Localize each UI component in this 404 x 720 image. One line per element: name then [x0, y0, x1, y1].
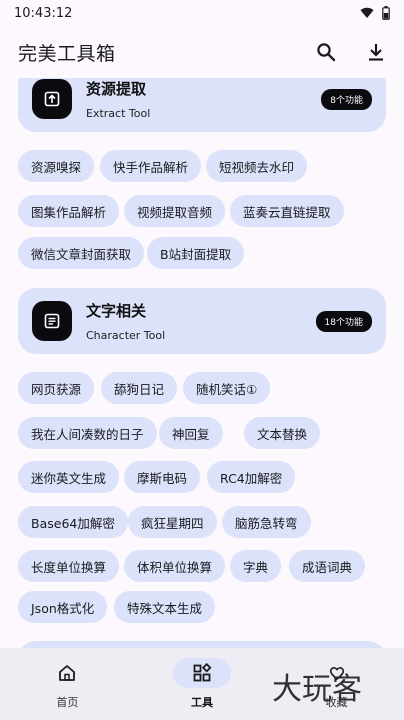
tool-chip[interactable]: 成语词典: [289, 550, 366, 582]
tool-chip[interactable]: RC4加解密: [207, 461, 296, 493]
card-icon: [32, 301, 72, 341]
watermark-logo: 大玩客: [272, 672, 362, 707]
tool-chip[interactable]: 摩斯电码: [124, 461, 201, 493]
nav-home[interactable]: 首页: [0, 648, 135, 720]
tool-chip[interactable]: 快手作品解析: [100, 150, 202, 182]
nav-label: 首页: [56, 696, 79, 709]
section-title: 资源提取: [86, 80, 147, 98]
tool-chip[interactable]: 神回复: [159, 417, 223, 449]
tool-chip[interactable]: Base64加解密: [18, 506, 128, 538]
document-icon: [44, 313, 60, 329]
app-bar: 完美工具箱: [0, 26, 404, 78]
status-bar: 10:43:12: [0, 0, 404, 26]
tool-chip[interactable]: 视频提取音频: [124, 195, 226, 227]
tool-chip[interactable]: 体积单位换算: [124, 550, 226, 582]
card-icon: [32, 79, 72, 119]
tool-chip[interactable]: 脑筋急转弯: [222, 506, 311, 538]
download-button[interactable]: [364, 40, 388, 64]
tool-chip[interactable]: 短视频去水印: [206, 150, 308, 182]
tool-chip[interactable]: 蓝奏云直链提取: [230, 195, 344, 227]
section-title: 文字相关: [86, 302, 147, 320]
tool-chip[interactable]: Json格式化: [18, 591, 108, 623]
section-card-next[interactable]: [18, 641, 386, 648]
feature-count-badge: 8个功能: [321, 88, 372, 110]
search-button[interactable]: [314, 40, 338, 64]
section-card-character[interactable]: 文字相关 Character Tool 18个功能: [18, 288, 386, 354]
feature-count-badge: 18个功能: [315, 310, 372, 332]
section-subtitle: Extract Tool: [86, 107, 151, 120]
tool-chip[interactable]: 字典: [230, 550, 282, 582]
tool-chip[interactable]: 文本替换: [244, 417, 321, 449]
tool-chip[interactable]: 迷你英文生成: [18, 461, 120, 493]
tool-chip[interactable]: 随机笑话①: [183, 372, 271, 404]
download-icon: [369, 44, 383, 61]
tool-chip[interactable]: 图集作品解析: [18, 195, 120, 227]
tool-chip[interactable]: 我在人间凑数的日子: [18, 417, 157, 449]
status-time: 10:43:12: [14, 5, 73, 21]
search-icon: [317, 43, 336, 62]
tools-list[interactable]: 资源提取 Extract Tool 8个功能 资源嗅探 快手作品解析 短视频去水…: [0, 78, 404, 648]
app-title: 完美工具箱: [18, 42, 116, 65]
extract-icon: [44, 91, 60, 107]
tool-chip[interactable]: 长度单位换算: [18, 550, 120, 582]
tool-chip[interactable]: 网页获源: [18, 372, 95, 404]
tool-chip[interactable]: 资源嗅探: [18, 150, 95, 182]
status-icons: [360, 6, 390, 20]
nav-label: 工具: [191, 696, 213, 709]
tool-chip[interactable]: 舔狗日记: [101, 372, 178, 404]
nav-tools[interactable]: 工具: [135, 648, 270, 720]
wifi-icon: [360, 7, 374, 19]
tool-chip[interactable]: 微信文章封面获取: [18, 237, 145, 269]
battery-icon: [382, 6, 390, 20]
home-icon: [59, 665, 76, 681]
section-subtitle: Character Tool: [86, 329, 166, 342]
tool-chip[interactable]: 疯狂星期四: [128, 506, 217, 538]
section-card-extract[interactable]: 资源提取 Extract Tool 8个功能: [18, 78, 386, 132]
tools-grid-icon: [193, 663, 212, 682]
tool-chip[interactable]: B站封面提取: [147, 237, 245, 269]
tool-chip[interactable]: 特殊文本生成: [114, 591, 216, 623]
